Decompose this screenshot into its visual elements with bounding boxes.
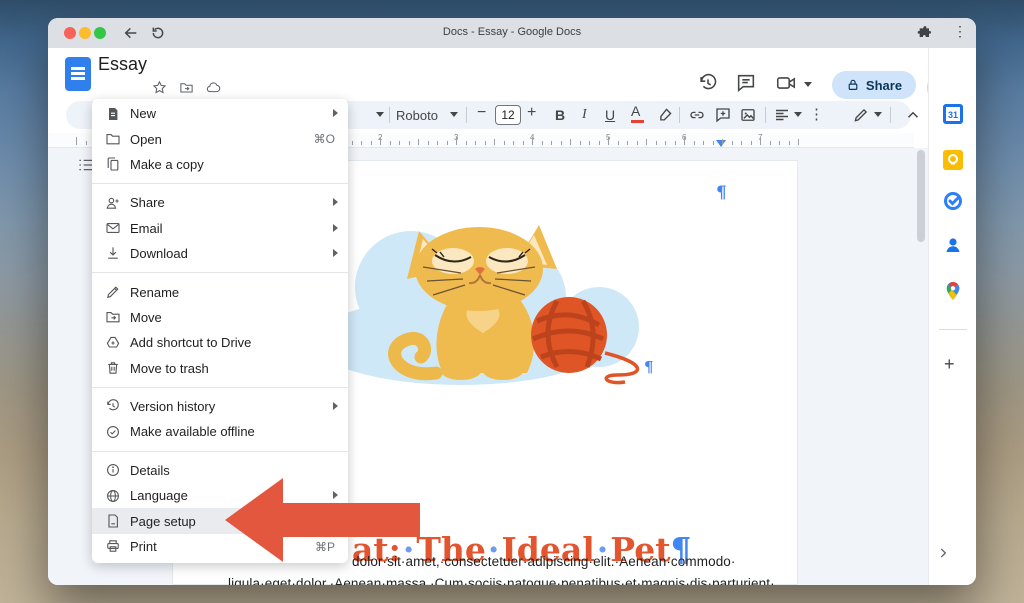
font-family-select[interactable]: Roboto: [396, 108, 438, 123]
side-panel-divider: [939, 329, 967, 330]
share-button[interactable]: Share: [832, 71, 916, 99]
open-folder-icon: [105, 131, 121, 147]
collapse-chevron-icon[interactable]: [936, 546, 950, 560]
meet-video-icon[interactable]: [775, 72, 797, 94]
extensions-puzzle-icon[interactable]: [917, 25, 933, 41]
document-title[interactable]: Essay: [98, 54, 147, 75]
toolbar-overflow-icon[interactable]: ⋮: [809, 105, 824, 123]
email-envelope-icon: [105, 220, 121, 236]
increase-font-size-button[interactable]: +: [527, 104, 536, 122]
toolbar-divider: [890, 107, 891, 123]
offline-check-icon: [105, 424, 121, 440]
insert-link-icon[interactable]: [688, 106, 706, 124]
menu-item-new[interactable]: New: [92, 101, 348, 126]
collapse-toolbar-chevron-icon[interactable]: [904, 106, 922, 124]
google-docs-logo[interactable]: [65, 57, 91, 91]
google-maps-icon[interactable]: [943, 281, 963, 301]
page-setup-icon: [105, 513, 121, 529]
toolbar-divider: [679, 107, 680, 123]
drive-shortcut-icon: [105, 335, 121, 351]
menu-item-move-to-trash[interactable]: Move to trash: [92, 356, 348, 381]
printer-icon: [105, 538, 121, 554]
menu-divider: [92, 387, 348, 388]
trash-icon: [105, 360, 121, 376]
submenu-arrow-icon: [333, 109, 338, 117]
menu-divider: [92, 272, 348, 273]
google-tasks-icon[interactable]: [943, 191, 963, 211]
bold-button[interactable]: B: [555, 107, 565, 123]
insert-image-icon[interactable]: [739, 106, 757, 124]
menu-item-rename[interactable]: Rename: [92, 279, 348, 304]
browser-tab-bar: Docs - Essay - Google Docs ⋮: [48, 18, 976, 48]
browser-menu-icon[interactable]: ⋮: [953, 23, 967, 40]
share-person-add-icon: [105, 195, 121, 211]
menu-item-version-history[interactable]: Version history: [92, 394, 348, 419]
decrease-font-size-button[interactable]: −: [477, 104, 486, 122]
version-history-icon: [105, 398, 121, 414]
highlight-color-icon[interactable]: [656, 106, 674, 124]
toolbar-divider: [389, 107, 390, 123]
menu-item-move[interactable]: Move: [92, 305, 348, 330]
menu-item-add-shortcut-to-drive[interactable]: Add shortcut to Drive: [92, 330, 348, 355]
menu-item-open[interactable]: Open ⌘O: [92, 126, 348, 151]
italic-button[interactable]: I: [582, 107, 587, 123]
editing-mode-pen-icon[interactable]: [852, 106, 870, 124]
lock-icon: [846, 78, 860, 92]
version-history-icon[interactable]: [697, 72, 719, 94]
download-icon: [105, 245, 121, 261]
new-document-icon: [105, 106, 121, 122]
comments-icon[interactable]: [735, 72, 757, 94]
menu-item-make-a-copy[interactable]: Make a copy: [92, 152, 348, 177]
right-indent-marker[interactable]: [716, 140, 726, 147]
editing-mode-caret-icon[interactable]: [874, 112, 882, 117]
docs-header: Essay File Edit View Insert Format Tools…: [48, 48, 976, 101]
google-calendar-icon[interactable]: 31: [943, 104, 963, 124]
browser-window: Docs - Essay - Google Docs ⋮ Essay File …: [48, 18, 976, 585]
submenu-arrow-icon: [333, 249, 338, 257]
svg-text:31: 31: [948, 110, 958, 120]
vertical-scrollbar[interactable]: [917, 150, 925, 242]
font-size-input[interactable]: 12: [495, 105, 521, 125]
star-icon[interactable]: [152, 80, 167, 95]
cloud-status-icon[interactable]: [206, 80, 221, 95]
copy-icon: [105, 156, 121, 172]
globe-icon: [105, 488, 121, 504]
rename-pencil-icon: [105, 284, 121, 300]
add-comment-icon[interactable]: [714, 106, 732, 124]
menu-item-make-available-offline[interactable]: Make available offline: [92, 419, 348, 444]
submenu-arrow-icon: [333, 402, 338, 410]
zoom-dropdown-caret-icon[interactable]: [376, 112, 384, 117]
red-annotation-arrow: [218, 473, 428, 568]
side-panel: 31 +: [928, 48, 976, 585]
body-text-line[interactable]: ligula·eget·dolor.·Aenean·massa.·Cum·soc…: [228, 576, 775, 585]
submenu-arrow-icon: [333, 224, 338, 232]
google-keep-icon[interactable]: [943, 150, 963, 170]
move-folder-icon: [105, 309, 121, 325]
menu-item-download[interactable]: Download: [92, 241, 348, 266]
font-dropdown-caret-icon[interactable]: [450, 112, 458, 117]
cat-illustration-image[interactable]: [311, 205, 661, 387]
tab-title: Docs - Essay - Google Docs: [48, 26, 976, 38]
text-color-button[interactable]: A: [631, 103, 640, 119]
align-icon[interactable]: [773, 106, 791, 124]
google-contacts-icon[interactable]: [943, 235, 963, 255]
move-folder-icon[interactable]: [179, 80, 194, 95]
paragraph-mark: ¶: [716, 183, 727, 203]
toolbar-divider: [466, 107, 467, 123]
meet-dropdown-caret-icon[interactable]: [804, 82, 812, 87]
menu-divider: [92, 451, 348, 452]
paragraph-mark: ¶: [644, 358, 654, 376]
info-icon: [105, 462, 121, 478]
submenu-arrow-icon: [333, 198, 338, 206]
toolbar-divider: [765, 107, 766, 123]
desktop: Docs - Essay - Google Docs ⋮ Essay File …: [0, 0, 1024, 603]
text-color-bar: [631, 120, 644, 123]
align-dropdown-caret-icon[interactable]: [794, 112, 802, 117]
menu-item-share[interactable]: Share: [92, 190, 348, 215]
underline-button[interactable]: U: [605, 107, 615, 123]
menu-shortcut: ⌘O: [314, 132, 335, 146]
menu-item-email[interactable]: Email: [92, 216, 348, 241]
add-addon-plus-icon[interactable]: +: [944, 354, 955, 375]
menu-divider: [92, 183, 348, 184]
